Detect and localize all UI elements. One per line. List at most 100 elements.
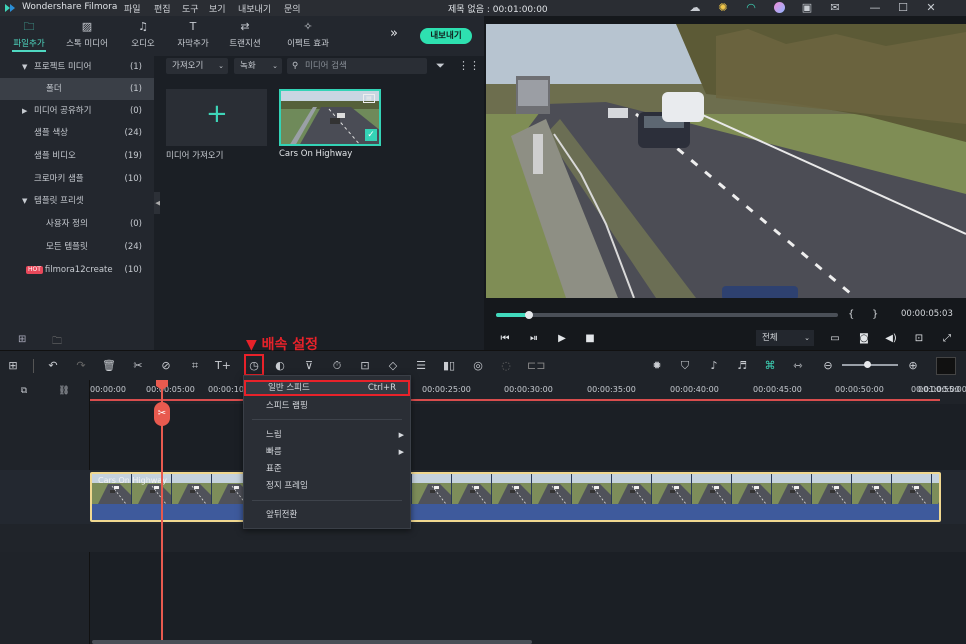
- minimize-icon[interactable]: —: [868, 1, 882, 15]
- menu-file[interactable]: 파일: [124, 2, 141, 15]
- tab-label: 자막추가: [177, 39, 209, 49]
- sidebar-item-sample-colors[interactable]: 샘플 색상 (24): [0, 122, 154, 144]
- avatar[interactable]: [772, 1, 786, 15]
- tab-stock-media[interactable]: ▨ 스톡 미디어: [58, 20, 116, 52]
- sidebar-item-project-media[interactable]: ▼ 프로젝트 미디어 (1): [0, 56, 154, 78]
- sidebar-item-all-templates[interactable]: 모든 템플릿 (24): [0, 236, 154, 258]
- scissor-icon[interactable]: ✂: [154, 402, 170, 426]
- adjust-icon[interactable]: ☰: [413, 358, 429, 374]
- shield-icon[interactable]: ⛉: [677, 358, 693, 374]
- link-icon[interactable]: ⛓: [57, 384, 71, 398]
- sidebar-item-filmora12create[interactable]: HOT filmora12create (10): [0, 259, 154, 281]
- zoom-in-icon[interactable]: ⊕: [905, 358, 921, 374]
- snapshot-icon[interactable]: ◙: [857, 332, 871, 346]
- volume-icon[interactable]: ◀): [884, 332, 898, 346]
- stop-icon[interactable]: ■: [583, 332, 597, 346]
- media-clip-thumbnail[interactable]: ▤ ✓: [279, 89, 381, 146]
- menu-tools[interactable]: 도구: [182, 2, 199, 15]
- monitor-icon[interactable]: ▭: [828, 332, 842, 346]
- sidebar-item-template-presets[interactable]: ▼ 템플릿 프리셋: [0, 190, 154, 212]
- preview-quality-select[interactable]: 전체 ⌄: [756, 330, 814, 346]
- render-icon[interactable]: ✹: [649, 358, 665, 374]
- display-settings-icon[interactable]: ⊡: [912, 332, 926, 346]
- menu-edit[interactable]: 편집: [154, 2, 171, 15]
- search-input[interactable]: ⚲ 미디어 검색: [287, 58, 427, 74]
- audio-wave-icon[interactable]: ▮▯: [441, 358, 457, 374]
- frame-icon[interactable]: ⊏⊐: [527, 358, 545, 374]
- timeline-clip[interactable]: Cars On Highway: [90, 472, 941, 522]
- menu-item-slow[interactable]: 느림 ▶: [244, 427, 410, 443]
- zoom-out-icon[interactable]: ⊖: [820, 358, 836, 374]
- snap-icon[interactable]: ⌘: [762, 358, 778, 374]
- fit-timeline-icon[interactable]: ⇿: [790, 358, 806, 374]
- sidebar-item-folder[interactable]: 폴더 (1): [0, 78, 154, 100]
- more-tabs-icon[interactable]: »: [390, 26, 398, 41]
- tab-titles[interactable]: T 자막추가: [164, 20, 222, 52]
- menu-item-fast[interactable]: 빠름 ▶: [244, 444, 410, 460]
- mail-icon[interactable]: ✉: [828, 1, 842, 15]
- music-list-icon[interactable]: ♬: [734, 358, 750, 374]
- tracking-icon[interactable]: ⊽: [301, 358, 317, 374]
- delete-icon[interactable]: 🗑: [101, 358, 117, 374]
- play-icon[interactable]: ▶: [555, 332, 569, 346]
- export-button[interactable]: 내보내기: [420, 28, 472, 44]
- playback-scrubber[interactable]: [496, 313, 838, 317]
- grid-view-icon[interactable]: ⋮⋮: [458, 59, 480, 72]
- text-add-icon[interactable]: T+: [215, 358, 231, 374]
- cut-icon[interactable]: ✂: [130, 358, 146, 374]
- stabilize-icon[interactable]: ◎: [470, 358, 486, 374]
- import-dropdown[interactable]: 가져오기 ⌄: [166, 58, 228, 74]
- prev-frame-icon[interactable]: ⏮: [498, 332, 512, 346]
- import-media-tile[interactable]: +: [166, 89, 267, 146]
- menu-item-reverse[interactable]: 앞뒤전환: [244, 507, 410, 523]
- auto-icon[interactable]: ◌: [498, 358, 514, 374]
- speed-button-highlight[interactable]: [244, 354, 264, 376]
- panel-layout-icon[interactable]: [936, 357, 956, 375]
- close-icon[interactable]: ✕: [924, 1, 938, 15]
- menu-view[interactable]: 보기: [209, 2, 226, 15]
- menu-item-uniform-speed[interactable]: 일반 스피드 Ctrl+R: [244, 380, 410, 396]
- zoom-slider-handle[interactable]: [864, 361, 871, 368]
- menu-item-freeze-frame[interactable]: 정지 프레임: [244, 478, 410, 494]
- mark-in-icon[interactable]: {: [848, 309, 854, 320]
- fit-icon[interactable]: ⊡: [357, 358, 373, 374]
- undo-icon[interactable]: ↶: [45, 358, 61, 374]
- redo-icon[interactable]: ↷: [73, 358, 89, 374]
- layout-icon[interactable]: ⊞: [5, 358, 21, 374]
- cloud-icon[interactable]: ☁: [688, 1, 702, 15]
- bulb-icon[interactable]: ✺: [716, 1, 730, 15]
- sidebar-item-shared-media[interactable]: ▶ 미디어 공유하기 (0): [0, 100, 154, 122]
- menu-help[interactable]: 문의: [284, 2, 301, 15]
- timer-icon[interactable]: ⏱: [329, 358, 345, 374]
- microphone-icon[interactable]: ♪: [706, 358, 722, 374]
- crop-icon[interactable]: ⌗: [187, 358, 203, 374]
- menu-item-normal[interactable]: 표준: [244, 461, 410, 477]
- folder-icon[interactable]: 🗀: [52, 334, 62, 351]
- tag-icon[interactable]: ⊘: [158, 358, 174, 374]
- sidebar-item-custom[interactable]: 사용자 정의 (0): [0, 213, 154, 235]
- tab-import[interactable]: 🗀 파일추가: [0, 20, 58, 52]
- mark-out-icon[interactable]: }: [872, 309, 878, 320]
- keyframe-icon[interactable]: ◇: [385, 358, 401, 374]
- step-forward-icon[interactable]: ⏯: [527, 332, 541, 346]
- new-folder-icon[interactable]: ⊞: [18, 334, 26, 345]
- add-track-icon[interactable]: ⧉: [17, 384, 31, 398]
- fullscreen-icon[interactable]: ⤢: [940, 332, 954, 346]
- tab-effects[interactable]: ✧ 이펙트 효과: [276, 20, 340, 52]
- color-icon[interactable]: ◐: [272, 358, 288, 374]
- maximize-icon[interactable]: ☐: [896, 1, 910, 15]
- filter-icon[interactable]: ⏷: [436, 59, 445, 73]
- timeline-scrollbar[interactable]: [92, 640, 532, 644]
- save-icon[interactable]: ▣: [800, 1, 814, 15]
- import-media-label: 미디어 가져오기: [166, 151, 224, 161]
- video-preview: [486, 24, 966, 298]
- headset-icon[interactable]: ◠: [744, 1, 758, 15]
- tab-transitions[interactable]: ⇄ 트랜지션: [216, 20, 274, 52]
- record-dropdown[interactable]: 녹화 ⌄: [234, 58, 282, 74]
- menu-item-speed-ramping[interactable]: 스피드 램핑: [244, 398, 410, 414]
- media-tabs: 🗀 파일추가 ▨ 스톡 미디어 ♫ 오디오 T 자막추가 ⇄ 트랜지션 ✧ 이펙…: [0, 16, 484, 56]
- menu-export[interactable]: 내보내기: [238, 2, 271, 15]
- sidebar-item-sample-videos[interactable]: 샘플 비디오 (19): [0, 145, 154, 167]
- sidebar-item-chroma-samples[interactable]: 크로마키 샘플 (10): [0, 168, 154, 190]
- scrubber-handle[interactable]: [525, 311, 533, 319]
